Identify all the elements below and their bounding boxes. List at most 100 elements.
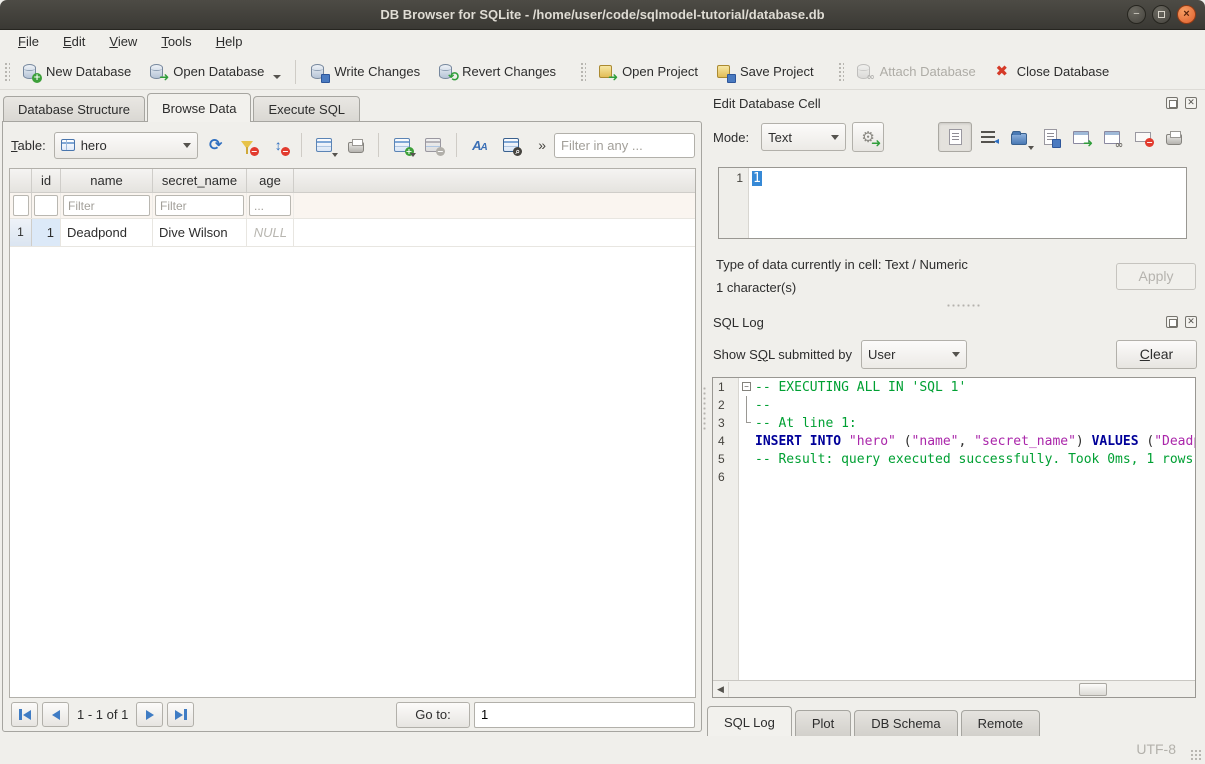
selected-text: 1 xyxy=(752,171,762,186)
previous-record-icon xyxy=(52,710,60,720)
word-wrap-button[interactable] xyxy=(973,123,1003,151)
float-panel-icon[interactable] xyxy=(1166,97,1178,109)
tab-database-structure[interactable]: Database Structure xyxy=(3,96,145,122)
menu-file[interactable]: File xyxy=(6,31,51,53)
clear-sorting-button[interactable]: ↕− xyxy=(265,132,292,158)
filter-input-name[interactable] xyxy=(63,195,150,216)
maximize-button[interactable] xyxy=(1152,5,1171,24)
print-table-button[interactable] xyxy=(342,132,369,158)
menu-tools[interactable]: Tools xyxy=(149,31,203,53)
fold-marker[interactable]: − xyxy=(739,378,755,396)
close-database-button[interactable]: ✖ Close Database xyxy=(985,58,1119,86)
write-changes-button[interactable]: Write Changes xyxy=(301,58,429,86)
save-project-button[interactable]: Save Project xyxy=(707,58,823,86)
import-from-file-button[interactable] xyxy=(1004,123,1034,151)
edit-link-button[interactable]: ∞ xyxy=(1097,123,1127,151)
cell-id[interactable]: 1 xyxy=(32,219,61,246)
new-record-button[interactable]: + xyxy=(388,132,415,158)
menu-view[interactable]: View xyxy=(97,31,149,53)
tab-plot[interactable]: Plot xyxy=(795,710,851,736)
toolbar-handle[interactable] xyxy=(579,61,586,83)
browse-data-panel: Table: hero ⟳ − ↕− + − AA ⌕ » xyxy=(2,121,702,732)
text-mode-toggle-button[interactable] xyxy=(938,122,972,152)
sql-log-view[interactable]: 1 − -- EXECUTING ALL IN 'SQL 1' 2 -- 3 -… xyxy=(712,377,1196,698)
column-header-age[interactable]: age xyxy=(247,169,294,193)
first-record-button[interactable] xyxy=(11,702,38,727)
tab-remote[interactable]: Remote xyxy=(961,710,1041,736)
title-bar[interactable]: DB Browser for SQLite - /home/user/code/… xyxy=(0,0,1205,30)
next-record-button[interactable] xyxy=(136,702,163,727)
show-sql-label: Show SQL submitted by xyxy=(713,347,852,362)
tab-sql-log[interactable]: SQL Log xyxy=(707,706,792,736)
next-record-icon xyxy=(146,710,154,720)
goto-button[interactable]: Go to: xyxy=(396,702,470,728)
edit-cell-icon-group: ➜ ∞ − xyxy=(938,122,1189,152)
last-record-button[interactable] xyxy=(167,702,194,727)
cell-value-editor[interactable]: 1 1 xyxy=(718,167,1187,239)
filter-input-id[interactable] xyxy=(34,195,58,216)
copy-table-button[interactable] xyxy=(311,132,338,158)
filter-any-column-input[interactable] xyxy=(554,133,695,158)
filter-input-secret-name[interactable] xyxy=(155,195,244,216)
editor-content[interactable]: 1 xyxy=(749,168,1186,238)
revert-changes-button[interactable]: ⟲ Revert Changes xyxy=(429,58,565,86)
filter-input-age[interactable] xyxy=(249,195,291,216)
find-in-table-button[interactable]: ⌕ xyxy=(497,132,524,158)
tab-db-schema[interactable]: DB Schema xyxy=(854,710,957,736)
toolbar-handle[interactable] xyxy=(3,61,10,83)
sql-source-selector[interactable]: User xyxy=(861,340,967,369)
row-header[interactable]: 1 xyxy=(10,219,32,246)
cell-name[interactable]: Deadpond xyxy=(61,219,153,246)
auto-apply-button[interactable]: ⚙ ➜ xyxy=(852,122,884,152)
open-in-external-button[interactable]: ➜ xyxy=(1066,123,1096,151)
close-button[interactable]: × xyxy=(1177,5,1196,24)
folder-icon xyxy=(1011,133,1027,145)
refresh-button[interactable]: ⟳ xyxy=(202,132,229,158)
clear-filters-button[interactable]: − xyxy=(233,132,260,158)
tab-execute-sql[interactable]: Execute SQL xyxy=(253,96,360,122)
cell-secret-name[interactable]: Dive Wilson xyxy=(153,219,247,246)
open-database-dropdown-icon[interactable] xyxy=(273,75,281,79)
menu-help[interactable]: Help xyxy=(204,31,255,53)
table-selector[interactable]: hero xyxy=(54,132,198,159)
column-header-name[interactable]: name xyxy=(61,169,153,193)
grid-corner[interactable] xyxy=(10,169,32,193)
goto-record-input[interactable] xyxy=(474,702,695,728)
arrow-icon: ➜ xyxy=(871,139,881,149)
close-panel-icon[interactable] xyxy=(1185,97,1197,109)
encoding-indicator[interactable]: UTF-8 xyxy=(1136,741,1176,757)
cell-age[interactable]: NULL xyxy=(247,219,294,246)
float-panel-icon[interactable] xyxy=(1166,316,1178,328)
tab-browse-data[interactable]: Browse Data xyxy=(147,93,251,122)
resize-grip[interactable] xyxy=(1190,749,1203,762)
horizontal-scrollbar[interactable]: ◀ ▶ xyxy=(713,680,1195,697)
chain-icon: ∞ xyxy=(1114,141,1124,151)
print-cell-button[interactable] xyxy=(1159,123,1189,151)
toolbar-handle[interactable] xyxy=(837,61,844,83)
column-header-secret-name[interactable]: secret_name xyxy=(153,169,247,193)
open-database-button[interactable]: ➜ Open Database xyxy=(140,58,290,86)
dock-tab-bar: SQL Log Plot DB Schema Remote xyxy=(707,706,1043,736)
set-null-button[interactable]: − xyxy=(1128,123,1158,151)
toolbar-overflow-chevron[interactable]: » xyxy=(538,137,546,153)
minimize-button[interactable]: − xyxy=(1127,5,1146,24)
font-settings-button[interactable]: AA xyxy=(466,132,493,158)
mode-selector[interactable]: Text xyxy=(761,123,846,151)
new-database-button[interactable]: + New Database xyxy=(13,58,140,86)
close-panel-icon[interactable] xyxy=(1185,316,1197,328)
log-line: 5 -- Result: query executed successfully… xyxy=(713,450,1195,468)
export-to-file-button[interactable] xyxy=(1035,123,1065,151)
menu-edit[interactable]: Edit xyxy=(51,31,97,53)
edit-cell-dock-header: Edit Database Cell xyxy=(713,94,1197,112)
menu-bar: File Edit View Tools Help xyxy=(0,30,1205,54)
column-header-id[interactable]: id xyxy=(32,169,61,193)
scroll-left-icon[interactable]: ◀ xyxy=(713,682,729,697)
scrollbar-thumb[interactable] xyxy=(1079,683,1107,696)
browse-toolbar: Table: hero ⟳ − ↕− + − AA ⌕ » xyxy=(11,130,695,160)
filter-cell-age xyxy=(247,193,294,218)
previous-record-button[interactable] xyxy=(42,702,69,727)
open-project-button[interactable]: ➜ Open Project xyxy=(589,58,707,86)
write-changes-icon xyxy=(310,64,327,80)
clear-log-button[interactable]: Clear xyxy=(1116,340,1197,369)
refresh-icon: ⟳ xyxy=(209,135,222,155)
